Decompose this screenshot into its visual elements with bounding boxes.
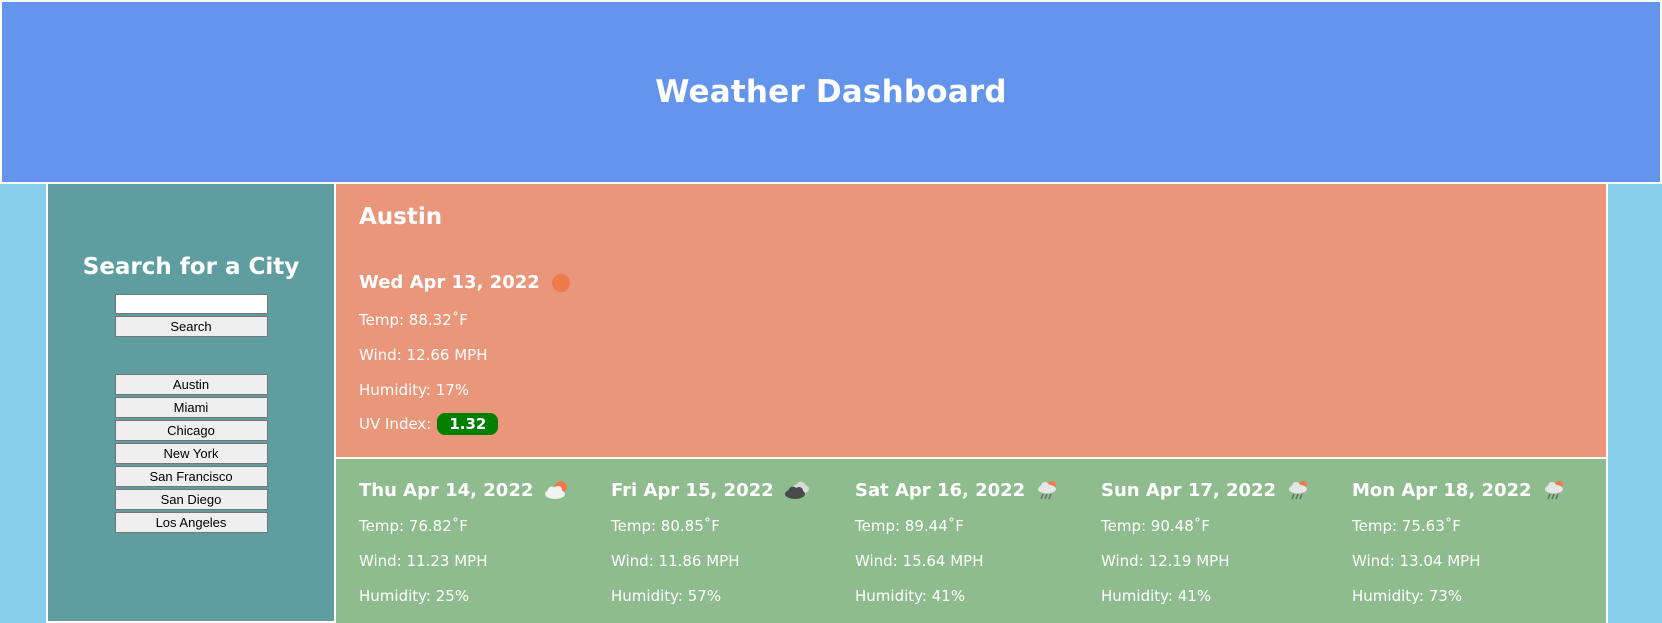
search-history-list: Austin Miami Chicago New York San Franci… xyxy=(114,374,268,535)
current-date: Wed Apr 13, 2022 xyxy=(359,272,540,293)
forecast-wind: Wind: 13.04 MPH xyxy=(1352,552,1481,570)
current-temp: Temp: 88.32˚F xyxy=(359,311,468,329)
forecast-humidity: Humidity: 41% xyxy=(855,587,966,605)
search-sidebar: Search for a City Search Austin Miami Ch… xyxy=(46,184,336,623)
forecast-temp: Temp: 76.82˚F xyxy=(359,517,468,535)
forecast-wind: Wind: 12.19 MPH xyxy=(1101,552,1230,570)
forecast-humidity: Humidity: 57% xyxy=(611,587,722,605)
page-header: Weather Dashboard xyxy=(0,0,1662,184)
forecast-wind: Wind: 11.23 MPH xyxy=(359,552,488,570)
rain-icon xyxy=(1544,481,1563,500)
search-button[interactable]: Search xyxy=(114,316,268,337)
forecast-date: Thu Apr 14, 2022 xyxy=(359,479,534,501)
page-title: Weather Dashboard xyxy=(655,74,1007,110)
sun-icon xyxy=(551,273,570,292)
uv-index-label: UV Index: xyxy=(359,415,432,433)
uv-index-row: UV Index: 1.32 xyxy=(359,413,499,435)
forecast-humidity: Humidity: 41% xyxy=(1101,587,1212,605)
city-button-san-francisco[interactable]: San Francisco xyxy=(114,466,268,487)
forecast-wind: Wind: 15.64 MPH xyxy=(855,552,984,570)
city-button-los-angeles[interactable]: Los Angeles xyxy=(114,512,268,533)
forecast-temp: Temp: 80.85˚F xyxy=(611,517,720,535)
current-date-row: Wed Apr 13, 2022 xyxy=(359,272,570,293)
city-search-input[interactable] xyxy=(114,294,268,314)
forecast-date: Fri Apr 15, 2022 xyxy=(611,479,774,501)
uv-index-badge: 1.32 xyxy=(437,413,499,435)
forecast-temp: Temp: 75.63˚F xyxy=(1352,517,1461,535)
forecast-date: Sun Apr 17, 2022 xyxy=(1101,479,1277,501)
search-heading: Search for a City xyxy=(82,254,300,280)
city-button-austin[interactable]: Austin xyxy=(114,374,268,395)
forecast-temp: Temp: 89.44˚F xyxy=(855,517,964,535)
forecast-date: Mon Apr 18, 2022 xyxy=(1352,479,1532,501)
partly-cloudy-icon xyxy=(545,481,568,499)
forecast-humidity: Humidity: 25% xyxy=(359,587,470,605)
city-button-new-york[interactable]: New York xyxy=(114,443,268,464)
city-button-chicago[interactable]: Chicago xyxy=(114,420,268,441)
forecast-wind: Wind: 11.86 MPH xyxy=(611,552,740,570)
forecast-date: Sat Apr 16, 2022 xyxy=(855,479,1026,501)
city-button-san-diego[interactable]: San Diego xyxy=(114,489,268,510)
city-button-miami[interactable]: Miami xyxy=(114,397,268,418)
current-city-name: Austin xyxy=(359,204,443,230)
dark-cloud-icon xyxy=(784,481,809,499)
current-weather-panel: Austin Wed Apr 13, 2022 Temp: 88.32˚F Wi… xyxy=(336,184,1608,457)
rain-icon xyxy=(1038,481,1057,500)
forecast-temp: Temp: 90.48˚F xyxy=(1101,517,1210,535)
current-humidity: Humidity: 17% xyxy=(359,381,470,399)
rain-icon xyxy=(1289,481,1308,500)
current-wind: Wind: 12.66 MPH xyxy=(359,346,488,364)
forecast-humidity: Humidity: 73% xyxy=(1352,587,1463,605)
five-day-forecast: Thu Apr 14, 2022 Temp: 76.82˚F Wind: 11.… xyxy=(336,457,1608,623)
